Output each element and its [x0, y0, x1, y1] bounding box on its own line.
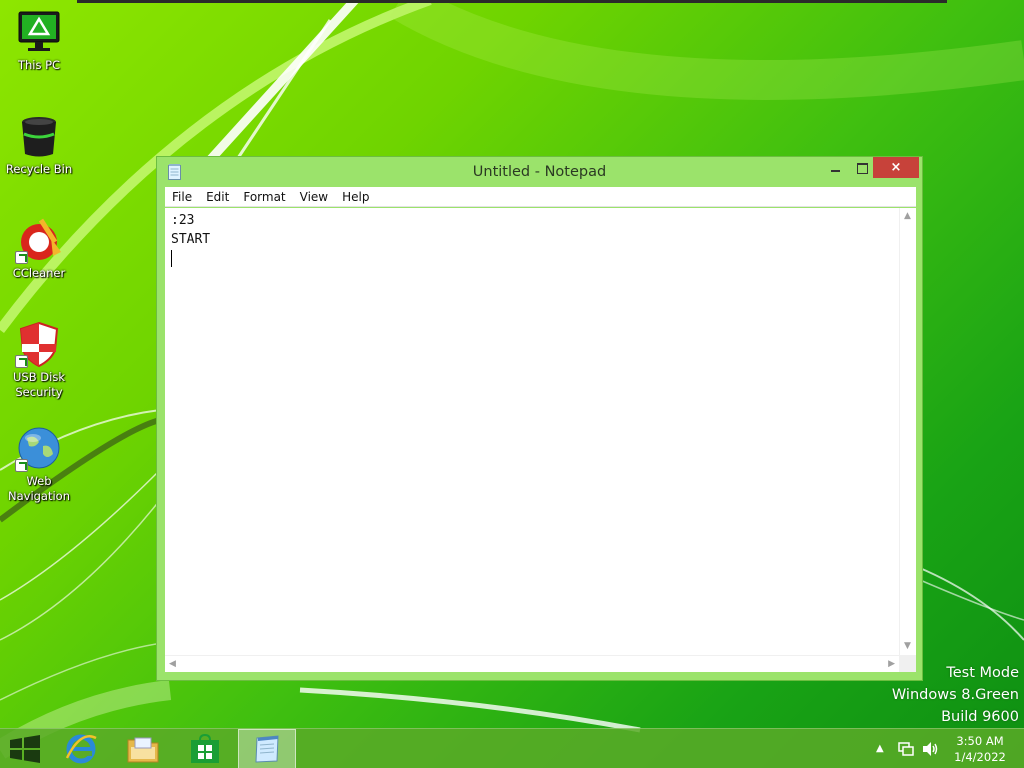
start-button[interactable] — [0, 729, 50, 768]
desktop-icon-label: CCleaner — [12, 266, 66, 280]
editor-text: :23 START — [171, 213, 211, 247]
globe-icon — [15, 424, 63, 472]
watermark-line-3: Build 9600 — [941, 709, 1019, 725]
horizontal-scrollbar[interactable]: ◀ ▶ — [165, 655, 899, 672]
desktop-icon-label: USB Disk Security — [13, 370, 65, 399]
notepad-icon — [255, 735, 279, 763]
menu-file[interactable]: File — [165, 187, 199, 206]
scroll-up-arrow-icon[interactable]: ▲ — [904, 212, 911, 221]
desktop-icon-label: Web Navigation — [7, 474, 71, 503]
store-icon — [191, 734, 219, 763]
desktop-icon-this-pc[interactable]: This PC — [0, 8, 78, 73]
window-title: Untitled - Notepad — [472, 164, 607, 180]
shortcut-arrow-icon — [15, 355, 28, 368]
clock-date: 1/4/2022 — [954, 750, 1006, 764]
start-icon — [10, 735, 40, 763]
menu-view[interactable]: View — [293, 187, 335, 206]
network-icon[interactable] — [898, 741, 914, 757]
taskbar: ▲ 3:50 AM 1/4/2022 — [0, 728, 1024, 768]
scroll-right-arrow-icon[interactable]: ▶ — [888, 660, 895, 669]
vertical-scrollbar[interactable]: ▲ ▼ — [899, 208, 916, 655]
shortcut-arrow-icon — [15, 251, 28, 264]
internet-explorer-icon — [65, 734, 97, 764]
file-explorer-icon — [127, 737, 159, 763]
maximize-button[interactable] — [849, 157, 875, 178]
editor-content[interactable]: :23 START — [171, 211, 210, 267]
desktop-icon-ccleaner[interactable]: CCleaner — [0, 216, 78, 281]
shield-icon — [15, 320, 63, 368]
window-titlebar[interactable]: Untitled - Notepad × — [157, 157, 922, 187]
desktop-icon-recycle-bin[interactable]: Recycle Bin — [0, 112, 78, 177]
clock-time: 3:50 AM — [956, 734, 1004, 748]
desktop-icon-usb-disk-security[interactable]: USB Disk Security — [0, 320, 78, 400]
watermark-line-2: Windows 8.Green — [891, 687, 1019, 703]
menu-bar: File Edit Format View Help — [165, 187, 916, 207]
volume-icon[interactable] — [921, 741, 939, 757]
resize-grip[interactable] — [899, 655, 916, 672]
ccleaner-icon — [15, 216, 63, 264]
desktop-icon-web-navigation[interactable]: Web Navigation — [0, 424, 78, 504]
scroll-left-arrow-icon[interactable]: ◀ — [169, 660, 176, 669]
menu-edit[interactable]: Edit — [199, 187, 236, 206]
desktop-icon-label: This PC — [17, 58, 61, 72]
show-hidden-icons-button[interactable]: ▲ — [876, 743, 884, 754]
shortcut-arrow-icon — [15, 459, 28, 472]
taskbar-clock[interactable]: 3:50 AM 1/4/2022 — [940, 733, 1020, 765]
taskbar-store[interactable] — [176, 729, 234, 768]
taskbar-internet-explorer[interactable] — [52, 729, 110, 768]
minimize-button[interactable] — [823, 157, 849, 178]
text-editor[interactable]: :23 START ▲ ▼ ◀ ▶ — [165, 208, 916, 672]
desktop-icon-label: Recycle Bin — [5, 162, 73, 176]
monitor-icon — [15, 8, 63, 56]
close-button[interactable]: × — [873, 157, 919, 178]
menu-format[interactable]: Format — [236, 187, 292, 206]
scroll-down-arrow-icon[interactable]: ▼ — [904, 642, 911, 651]
notepad-window[interactable]: Untitled - Notepad × File Edit Format Vi… — [156, 156, 923, 681]
recycle-bin-icon — [15, 112, 63, 160]
taskbar-notepad[interactable] — [238, 729, 296, 768]
taskbar-file-explorer[interactable] — [114, 729, 172, 768]
text-caret — [171, 250, 172, 267]
menu-help[interactable]: Help — [335, 187, 376, 206]
top-window-edge — [77, 0, 947, 3]
